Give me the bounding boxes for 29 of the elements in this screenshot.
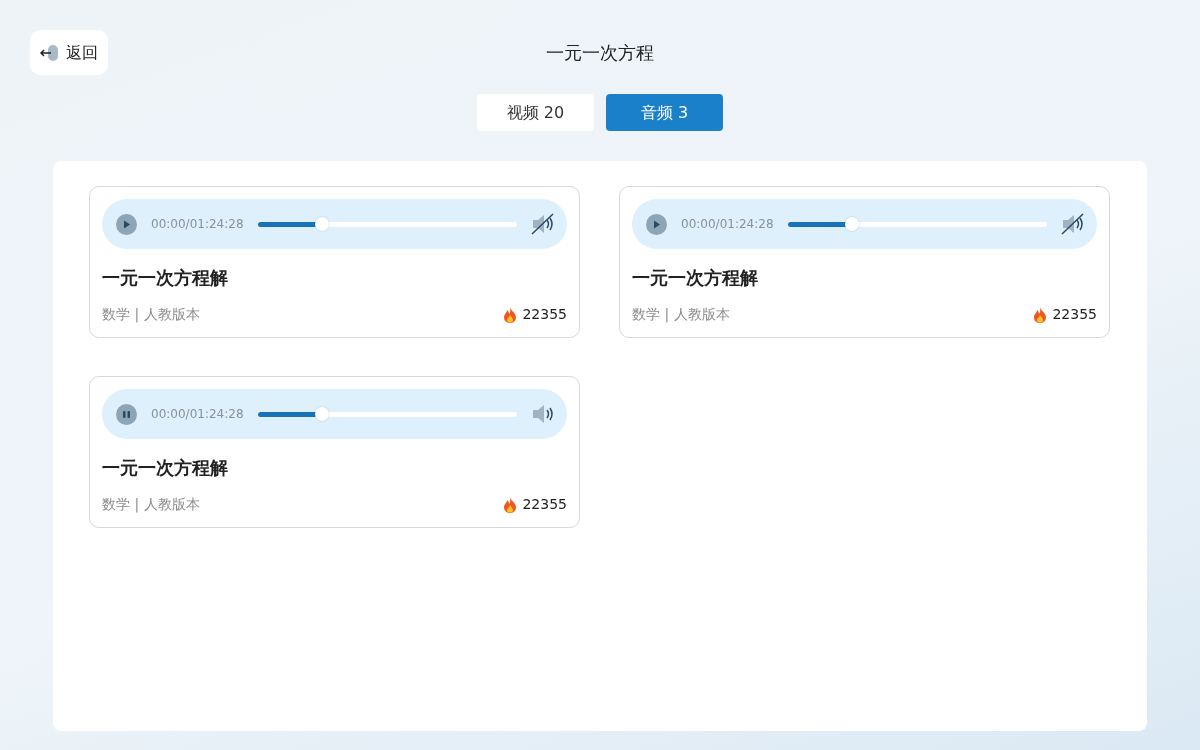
view-count: 22355 xyxy=(1052,305,1097,324)
flame-icon xyxy=(1033,306,1048,323)
mute-icon[interactable] xyxy=(1061,213,1085,235)
play-button[interactable] xyxy=(646,213,667,235)
time-text: 00:00/01:24:28 xyxy=(681,216,774,233)
page-title: 一元一次方程 xyxy=(545,41,654,65)
tab[interactable]: 音频 3 xyxy=(606,94,723,131)
audio-title: 一元一次方程解 xyxy=(632,267,759,289)
slider-thumb[interactable] xyxy=(315,406,330,421)
slider-thumb[interactable] xyxy=(845,216,860,231)
time-text: 00:00/01:24:28 xyxy=(151,216,244,233)
audio-title: 一元一次方程解 xyxy=(102,457,229,479)
flame-icon xyxy=(503,496,518,513)
tab[interactable]: 视频 20 xyxy=(477,94,594,131)
mute-icon[interactable] xyxy=(531,213,555,235)
subject-text: 数学 | 人教版本 xyxy=(632,305,730,325)
subject-text: 数学 | 人教版本 xyxy=(102,495,200,515)
back-arrow-icon xyxy=(40,42,60,63)
slider-thumb[interactable] xyxy=(315,216,330,231)
audio-title: 一元一次方程解 xyxy=(102,267,229,289)
pause-button[interactable] xyxy=(116,403,137,425)
subject-text: 数学 | 人教版本 xyxy=(102,305,200,325)
view-count: 22355 xyxy=(522,305,567,324)
view-count: 22355 xyxy=(522,495,567,514)
volume-icon[interactable] xyxy=(531,403,555,425)
time-text: 00:00/01:24:28 xyxy=(151,406,244,423)
back-button[interactable]: 返回 xyxy=(30,30,108,75)
flame-icon xyxy=(503,306,518,323)
play-button[interactable] xyxy=(116,213,137,235)
